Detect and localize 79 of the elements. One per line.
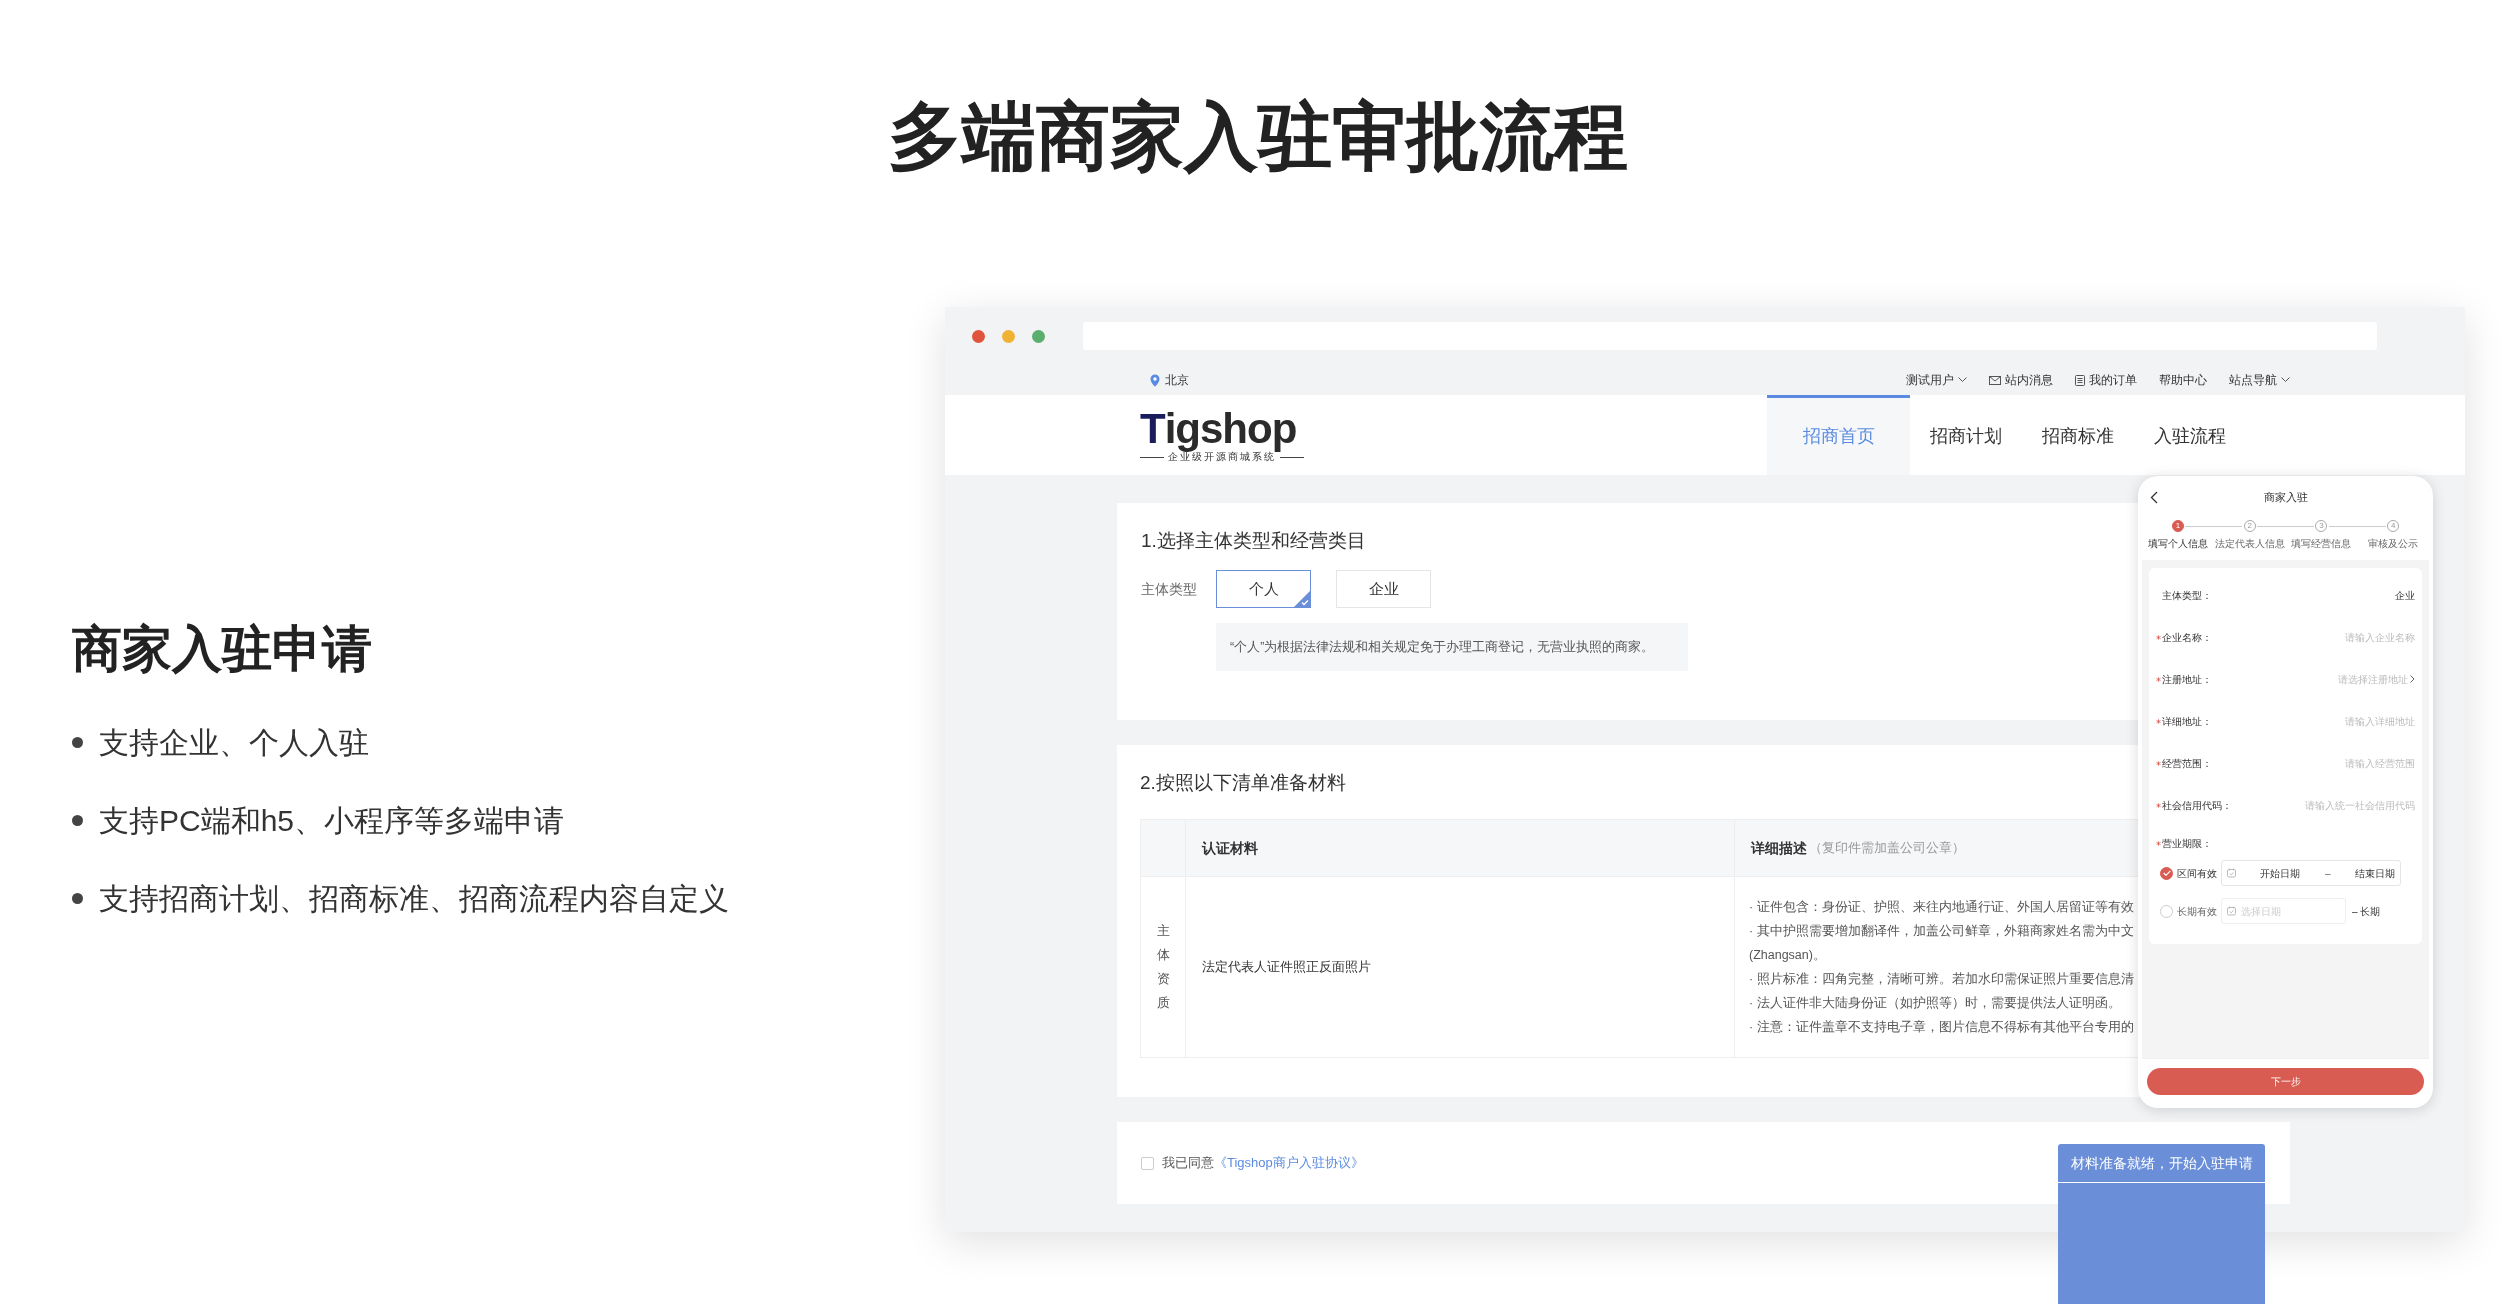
close-icon[interactable] [972, 329, 985, 343]
logo-wordmark: Tigshop [1140, 407, 1298, 451]
start-date: 开始日期 [2260, 866, 2301, 881]
step-number: 1 [2171, 520, 2184, 532]
detail-line: · 法人证件非大陆身份证（如护照等）时，需要提供法人证明函。 [1749, 995, 2121, 1012]
form-label: 主体类型： [2162, 588, 2212, 603]
form-label: 经营范围： [2162, 756, 2212, 771]
detail-line: · 照片标准：四角完整，清晰可辨。若加水印需保证照片重要信息清 [1749, 971, 2134, 988]
bullet-icon [72, 736, 83, 748]
detail-line: · 注意：证件盖章不支持电子章，图片信息不得标有其他平台专用的 [1749, 1019, 2134, 1036]
chevron-down-icon [1958, 377, 1967, 383]
period-suffix: – 长期 [2352, 904, 2381, 919]
step-label: 填写个人信息 [2147, 537, 2208, 551]
step-label: 法定代表人信息 [2214, 537, 2285, 551]
chevron-down-icon [2281, 377, 2290, 383]
form-label: 企业名称： [2162, 630, 2212, 645]
bullet-icon [72, 892, 83, 904]
step-label: 审核及公示 [2368, 537, 2419, 551]
topbar-link[interactable]: 帮助中心 [2159, 371, 2207, 389]
topbar-link[interactable]: 站内消息 [2005, 371, 2053, 389]
agree-checkbox[interactable] [1141, 1156, 1154, 1170]
check-icon [2162, 870, 2171, 876]
form-label: 营业期限： [2162, 836, 2212, 851]
radio-button[interactable] [2160, 904, 2173, 918]
column-header: 认证材料 [1202, 838, 1258, 858]
location-pin-icon [1150, 373, 1160, 387]
back-icon[interactable] [2150, 490, 2158, 504]
feature-item: 支持PC端和h5、小程序等多端申请 [99, 802, 565, 839]
agreement-link[interactable]: 《Tigshop商户入驻协议》 [1214, 1153, 1364, 1173]
step-number: 3 [2315, 520, 2328, 532]
nav-tab[interactable]: 招商标准 [2022, 395, 2134, 475]
calendar-icon [2227, 868, 2236, 878]
form-value: 企业 [2395, 588, 2415, 603]
range-separator: – [2324, 866, 2331, 881]
feature-item: 支持招商计划、招商标准、招商流程内容自定义 [99, 880, 729, 917]
feature-heading: 商家入驻申请 [72, 620, 373, 679]
step-number: 2 [2243, 520, 2256, 532]
nav-tab[interactable]: 入驻流程 [2134, 395, 2246, 475]
detail-line: (Zhangsan)。 [1749, 947, 1826, 964]
page-title: 多端商家入驻审批流程 [887, 94, 1629, 180]
mobile-title: 商家入驻 [2263, 489, 2308, 505]
corner-check-icon [1294, 591, 1310, 607]
type-option[interactable]: 个人 [1216, 570, 1311, 608]
form-label: 社会信用代码： [2162, 798, 2232, 813]
nav-tab[interactable]: 招商计划 [1910, 395, 2022, 475]
column-header: 详细描述 [1751, 838, 1807, 858]
group-cell-text: 主体资质 [1156, 923, 1170, 1012]
calendar-icon [2227, 906, 2236, 916]
bullet-icon [72, 814, 83, 826]
note-text: “个人”为根据法律法规和相关规定免于办理工商登记，无营业执照的商家。 [1230, 638, 1655, 656]
form-label: 注册地址： [2162, 672, 2212, 687]
detail-line: · 证件包含：身份证、护照、来往内地通行证、外国人居留证等有效 [1749, 899, 2134, 916]
step-number: 4 [2387, 520, 2400, 532]
form-label: 详细地址： [2162, 714, 2212, 729]
end-date: 结束日期 [2354, 866, 2395, 881]
detail-line: · 其中护照需要增加翻译件，加盖公司鲜章，外籍商家姓名需为中文 [1749, 923, 2134, 940]
topbar-link[interactable]: 我的订单 [2089, 371, 2137, 389]
column-hint: （复印件需加盖公司公章） [1809, 839, 1965, 857]
topbar-link[interactable]: 测试用户 [1906, 371, 1954, 389]
feature-item: 支持企业、个人入驻 [99, 724, 369, 761]
minimize-icon[interactable] [1002, 329, 1015, 343]
section-title: 2.按照以下清单准备材料 [1140, 771, 1346, 795]
radio-button[interactable] [2160, 866, 2173, 880]
date-range-field[interactable]: 开始日期 – 结束日期 [2221, 860, 2401, 886]
field-label: 主体类型 [1141, 579, 1198, 599]
maximize-icon[interactable] [1032, 329, 1045, 343]
section-title: 1.选择主体类型和经营类目 [1141, 529, 1366, 553]
document-icon [2075, 374, 2085, 386]
location-link[interactable]: 北京 [1165, 371, 1189, 389]
type-option[interactable]: 企业 [1336, 570, 1431, 608]
logo-tagline: 企业级开源商城系统 [1168, 451, 1276, 463]
step-label: 填写经营信息 [2291, 537, 2352, 551]
period-option-label: 长期有效 [2177, 904, 2217, 919]
agree-text: 我已同意 [1162, 1154, 1214, 1173]
mail-icon [1989, 375, 2001, 385]
table-cell-text: 法定代表人证件照正反面照片 [1202, 958, 1371, 977]
next-step-button[interactable]: 下一步 [2147, 1068, 2424, 1095]
period-option-label: 区间有效 [2177, 866, 2217, 881]
topbar-link[interactable]: 站点导航 [2229, 371, 2277, 389]
